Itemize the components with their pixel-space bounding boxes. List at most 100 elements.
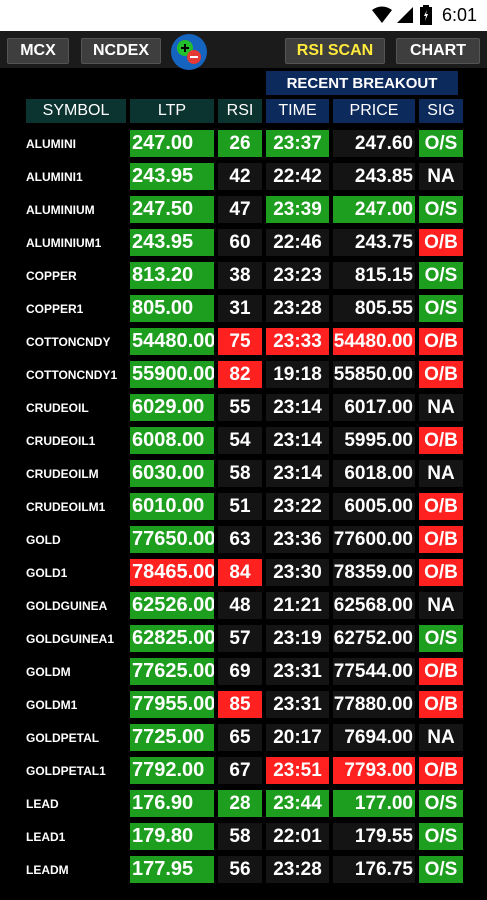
time-cell: 23:28 [266, 295, 329, 322]
ltp-cell: 243.95 [130, 163, 214, 190]
table-row[interactable]: ALUMINIUM1 243.95 60 22:46 243.75 O/B [0, 226, 487, 259]
price-cell: 179.55 [333, 823, 415, 850]
column-header-sig[interactable]: SIG [419, 99, 463, 123]
table-row[interactable]: GOLD1 78465.00 84 23:30 78359.00 O/B [0, 556, 487, 589]
signal-cell: O/S [419, 856, 463, 883]
symbol-cell: COTTONCNDY [26, 334, 111, 349]
column-header-time[interactable]: TIME [266, 99, 329, 123]
rsi-cell: 31 [218, 295, 262, 322]
symbol-cell: CRUDEOIL1 [26, 433, 96, 448]
price-cell: 6017.00 [333, 394, 415, 421]
table-row[interactable]: COPPER1 805.00 31 23:28 805.55 O/S [0, 292, 487, 325]
ltp-cell: 179.80 [130, 823, 214, 850]
table-row[interactable]: GOLDPETAL1 7792.00 67 23:51 7793.00 O/B [0, 754, 487, 787]
rsi-cell: 55 [218, 394, 262, 421]
rsi-cell: 56 [218, 856, 262, 883]
symbol-cell: GOLDM1 [26, 697, 78, 712]
ltp-cell: 55900.00 [130, 361, 214, 388]
symbol-cell: ALUMINI1 [26, 169, 83, 184]
rsi-cell: 60 [218, 229, 262, 256]
table-row[interactable]: COTTONCNDY1 55900.00 82 19:18 55850.00 O/B [0, 358, 487, 391]
table-row[interactable]: CRUDEOILM1 6010.00 51 23:22 6005.00 O/B [0, 490, 487, 523]
chart-button[interactable]: CHART [396, 38, 480, 64]
table-row[interactable]: GOLDGUINEA1 62825.00 57 23:19 62752.00 O/S [0, 622, 487, 655]
table-row[interactable]: CRUDEOIL 6029.00 55 23:14 6017.00 NA [0, 391, 487, 424]
table-row[interactable]: ALUMINI1 243.95 42 22:42 243.85 NA [0, 160, 487, 193]
ltp-cell: 7725.00 [130, 724, 214, 751]
table-row[interactable]: COPPER 813.20 38 23:23 815.15 O/S [0, 259, 487, 292]
signal-cell: O/B [419, 526, 463, 553]
table-row[interactable]: GOLDM 77625.00 69 23:31 77544.00 O/B [0, 655, 487, 688]
symbol-cell: LEAD [26, 796, 59, 811]
symbol-cell: ALUMINI [26, 136, 76, 151]
time-cell: 22:46 [266, 229, 329, 256]
table-row[interactable]: GOLD 77650.00 63 23:36 77600.00 O/B [0, 523, 487, 556]
table-row[interactable]: CRUDEOILM 6030.00 58 23:14 6018.00 NA [0, 457, 487, 490]
ltp-cell: 54480.00 [130, 328, 214, 355]
symbol-cell: GOLD1 [26, 565, 68, 580]
ltp-cell: 177.95 [130, 856, 214, 883]
table-row[interactable]: GOLDPETAL 7725.00 65 20:17 7694.00 NA [0, 721, 487, 754]
column-header-price[interactable]: PRICE [333, 99, 415, 123]
table-row[interactable]: GOLDM1 77955.00 85 23:31 77880.00 O/B [0, 688, 487, 721]
ltp-cell: 247.00 [130, 130, 214, 157]
table-row[interactable]: ALUMINI 247.00 26 23:37 247.60 O/S [0, 127, 487, 160]
price-cell: 247.00 [333, 196, 415, 223]
symbol-cell: GOLDGUINEA [26, 598, 108, 613]
price-cell: 247.60 [333, 130, 415, 157]
symbol-cell: CRUDEOIL [26, 400, 89, 415]
signal-cell: O/B [419, 328, 463, 355]
price-cell: 805.55 [333, 295, 415, 322]
signal-cell: O/B [419, 757, 463, 784]
column-header-ltp[interactable]: LTP [130, 99, 214, 123]
time-cell: 23:39 [266, 196, 329, 223]
column-header-rsi[interactable]: RSI [218, 99, 262, 123]
signal-icon [397, 7, 413, 23]
signal-cell: O/B [419, 229, 463, 256]
symbol-cell: ALUMINIUM1 [26, 235, 102, 250]
rsi-cell: 54 [218, 427, 262, 454]
mcx-button[interactable]: MCX [7, 38, 69, 64]
price-cell: 54480.00 [333, 328, 415, 355]
signal-cell: O/B [419, 427, 463, 454]
ltp-cell: 6008.00 [130, 427, 214, 454]
symbol-cell: CRUDEOILM [26, 466, 99, 481]
time-cell: 23:36 [266, 526, 329, 553]
rsi-scan-button[interactable]: RSI SCAN [285, 38, 385, 64]
ltp-cell: 805.00 [130, 295, 214, 322]
symbol-cell: CRUDEOILM1 [26, 499, 106, 514]
time-cell: 23:31 [266, 658, 329, 685]
time-cell: 23:28 [266, 856, 329, 883]
symbol-cell: ALUMINIUM [26, 202, 95, 217]
signal-cell: NA [419, 724, 463, 751]
table-row[interactable]: LEAD 176.90 28 23:44 177.00 O/S [0, 787, 487, 820]
ncdex-button[interactable]: NCDEX [81, 38, 161, 64]
rsi-cell: 85 [218, 691, 262, 718]
signal-cell: O/B [419, 691, 463, 718]
symbol-cell: GOLDGUINEA1 [26, 631, 115, 646]
price-cell: 5995.00 [333, 427, 415, 454]
table-row[interactable]: LEADM 177.95 56 23:28 176.75 O/S [0, 853, 487, 886]
time-cell: 21:21 [266, 592, 329, 619]
ltp-cell: 6030.00 [130, 460, 214, 487]
table-row[interactable]: CRUDEOIL1 6008.00 54 23:14 5995.00 O/B [0, 424, 487, 457]
column-header-symbol[interactable]: SYMBOL [26, 99, 126, 123]
symbol-cell: COPPER [26, 268, 77, 283]
rsi-cell: 51 [218, 493, 262, 520]
signal-cell: O/S [419, 823, 463, 850]
rsi-cell: 84 [218, 559, 262, 586]
table-row[interactable]: ALUMINIUM 247.50 47 23:39 247.00 O/S [0, 193, 487, 226]
signal-cell: O/B [419, 361, 463, 388]
status-time: 6:01 [441, 5, 477, 25]
signal-cell: O/S [419, 625, 463, 652]
price-cell: 176.75 [333, 856, 415, 883]
zoom-toggle-button[interactable] [171, 34, 207, 70]
table-row[interactable]: COTTONCNDY 54480.00 75 23:33 54480.00 O/B [0, 325, 487, 358]
table-row[interactable]: LEAD1 179.80 58 22:01 179.55 O/S [0, 820, 487, 853]
ltp-cell: 6010.00 [130, 493, 214, 520]
signal-cell: NA [419, 394, 463, 421]
table-row[interactable]: GOLDGUINEA 62526.00 48 21:21 62568.00 NA [0, 589, 487, 622]
time-cell: 23:14 [266, 394, 329, 421]
rsi-cell: 58 [218, 460, 262, 487]
signal-cell: O/S [419, 790, 463, 817]
